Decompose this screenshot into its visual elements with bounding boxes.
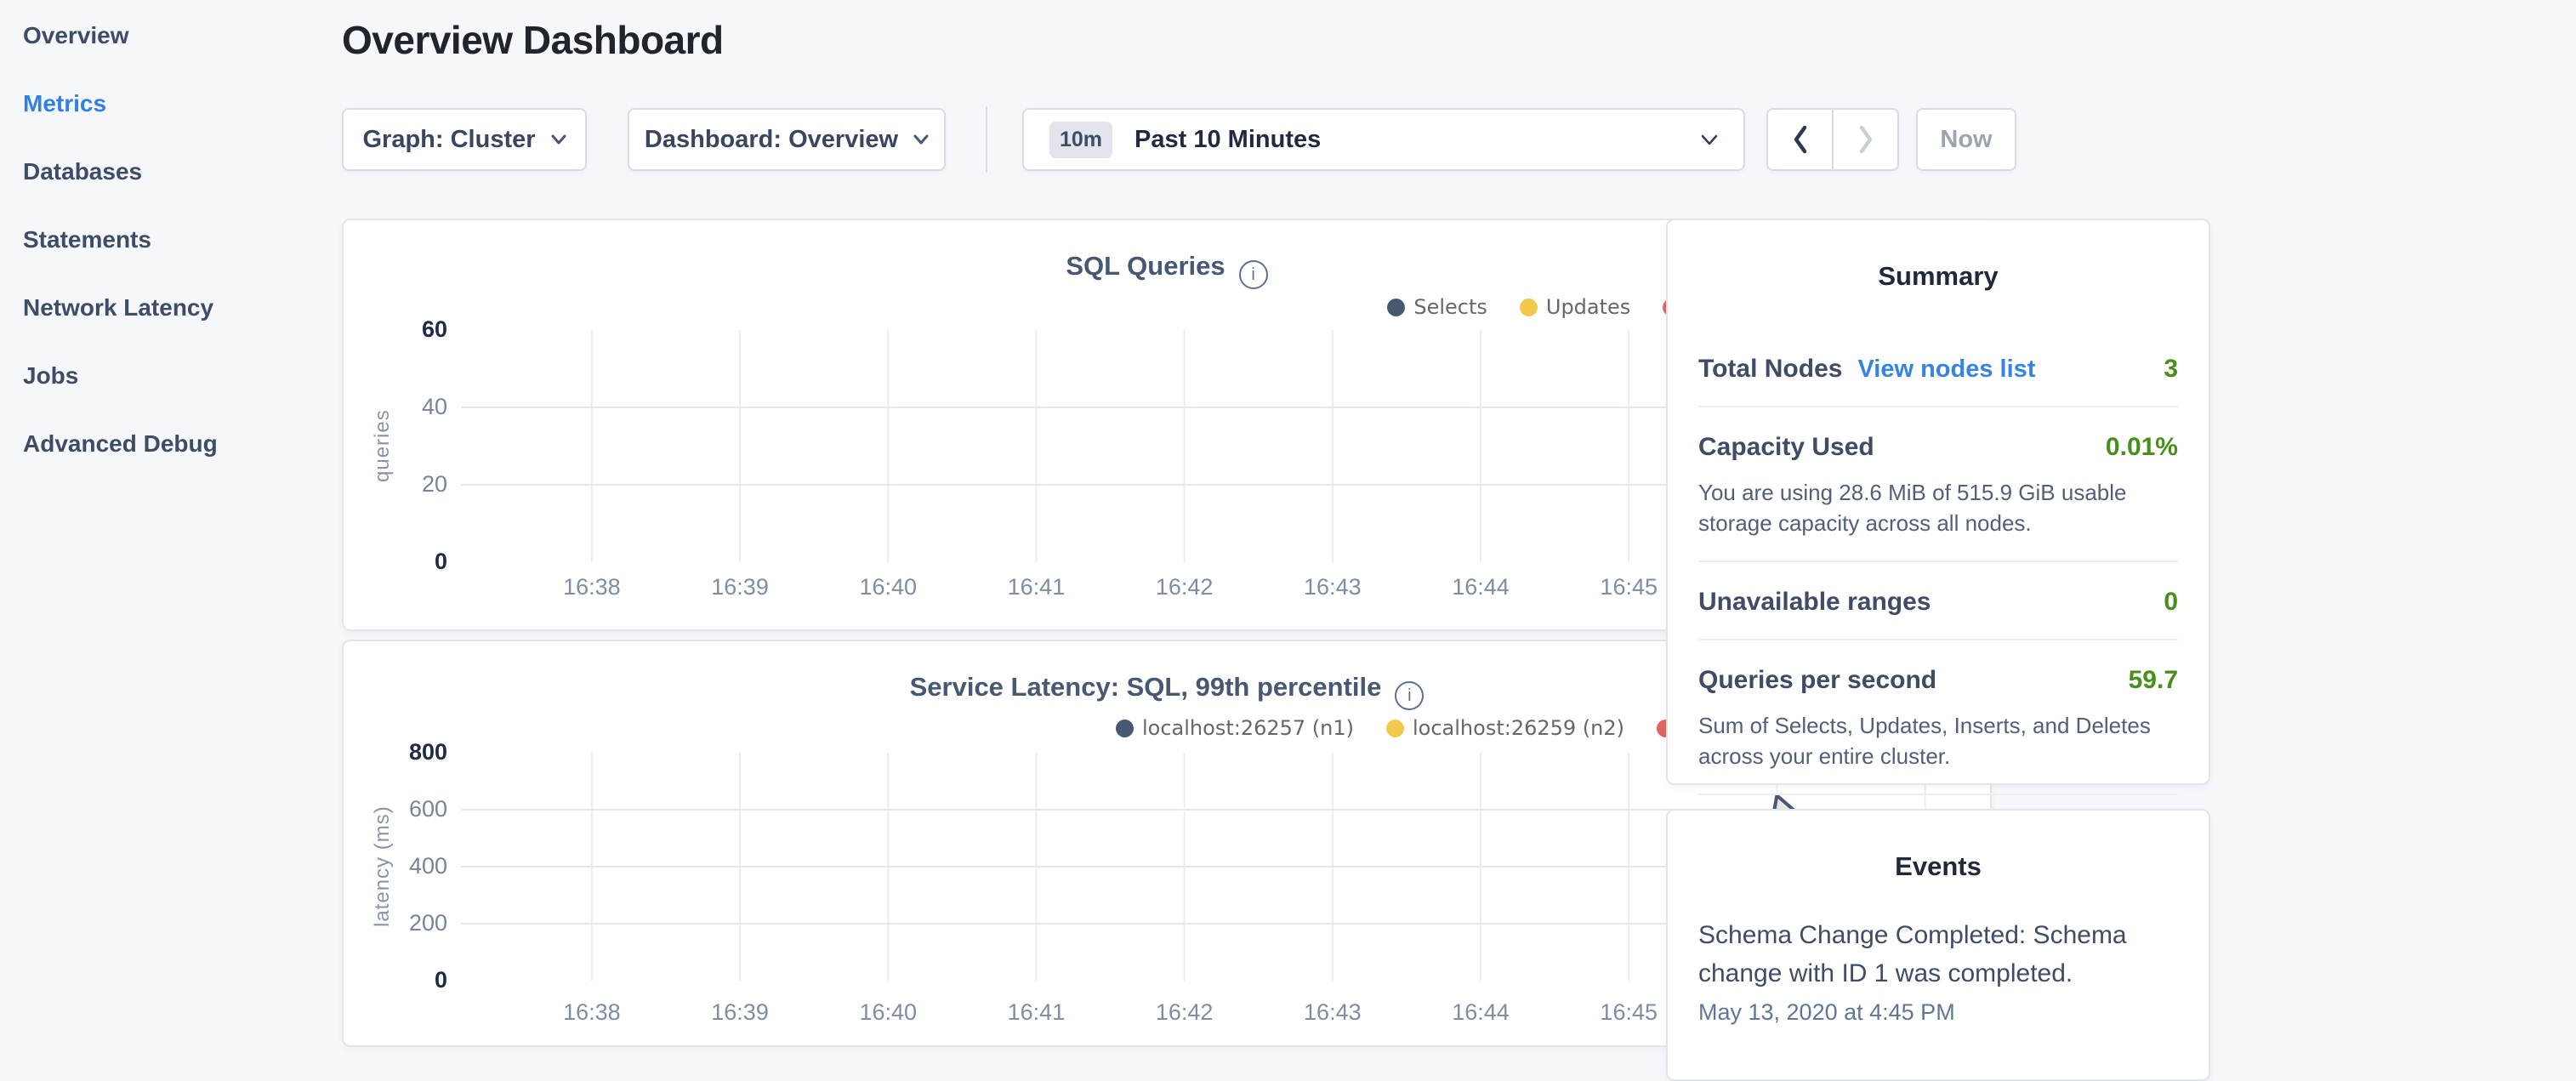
- y-tick-label: 60: [344, 316, 447, 343]
- y-axis-ticks: 0204060: [344, 330, 447, 562]
- legend-label: localhost:26257 (n1): [1142, 716, 1354, 740]
- legend-item[interactable]: localhost:26259 (n2): [1386, 716, 1624, 740]
- prev-time-button[interactable]: [1768, 110, 1832, 169]
- qps-label: Queries per second: [1698, 666, 1936, 695]
- y-tick-label: 0: [344, 967, 447, 993]
- time-range-badge: 10m: [1049, 122, 1112, 158]
- event-list-item[interactable]: Schema Change Completed: Schema change w…: [1698, 916, 2178, 1026]
- capacity-used-subtext: You are using 28.6 MiB of 515.9 GiB usab…: [1698, 477, 2178, 538]
- sidebar-item-statements[interactable]: Statements: [0, 206, 340, 274]
- page-title: Overview Dashboard: [342, 17, 724, 63]
- graph-dropdown-label: Graph: Cluster: [362, 126, 535, 154]
- sidebar-item-overview[interactable]: Overview: [0, 2, 340, 70]
- y-tick-label: 400: [344, 853, 447, 879]
- x-tick-label: 16:44: [1430, 999, 1532, 1026]
- summary-row-qps: Queries per second 59.7 Sum of Selects, …: [1698, 639, 2178, 794]
- unavailable-ranges-label: Unavailable ranges: [1698, 588, 1931, 617]
- sidebar-item-network-latency[interactable]: Network Latency: [0, 274, 340, 342]
- qps-value: 59.7: [2129, 666, 2178, 695]
- dashboard-dropdown[interactable]: Dashboard: Overview: [628, 108, 946, 171]
- chevron-down-icon: [551, 134, 566, 145]
- y-tick-label: 40: [344, 394, 447, 420]
- legend-dot-icon: [1386, 720, 1404, 737]
- legend-label: Selects: [1413, 295, 1487, 319]
- chevron-down-icon: [1701, 134, 1718, 145]
- chevron-right-icon: [1856, 124, 1876, 155]
- chevron-left-icon: [1790, 124, 1811, 155]
- chevron-down-icon: [913, 134, 929, 145]
- now-button[interactable]: Now: [1916, 108, 2016, 171]
- sidebar-item-databases[interactable]: Databases: [0, 138, 340, 206]
- info-icon[interactable]: i: [1239, 260, 1268, 289]
- controls-row: Graph: Cluster Dashboard: Overview 10m P…: [342, 108, 1992, 171]
- total-nodes-label: Total Nodes: [1698, 355, 1842, 384]
- x-tick-label: 16:38: [541, 574, 643, 600]
- summary-row-unavailable-ranges: Unavailable ranges 0: [1698, 560, 2178, 639]
- controls-divider: [986, 106, 987, 173]
- time-step-buttons: [1766, 108, 1899, 171]
- sidebar-item-advanced-debug[interactable]: Advanced Debug: [0, 410, 340, 478]
- dashboard-dropdown-label: Dashboard: Overview: [645, 126, 898, 154]
- event-message: Schema Change Completed: Schema change w…: [1698, 916, 2178, 993]
- x-tick-label: 16:42: [1134, 574, 1236, 600]
- unavailable-ranges-value: 0: [2164, 588, 2178, 617]
- graph-dropdown[interactable]: Graph: Cluster: [342, 108, 587, 171]
- y-tick-label: 600: [344, 796, 447, 822]
- summary-row-total-nodes: Total Nodes View nodes list 3: [1698, 329, 2178, 406]
- chart-title-text: SQL Queries: [1066, 251, 1225, 281]
- x-tick-label: 16:44: [1430, 574, 1532, 600]
- legend-label: Updates: [1546, 295, 1630, 319]
- legend-dot-icon: [1116, 720, 1134, 737]
- time-range-dropdown[interactable]: 10m Past 10 Minutes: [1022, 108, 1745, 171]
- chart-title-text: Service Latency: SQL, 99th percentile: [910, 672, 1382, 702]
- next-time-button[interactable]: [1832, 110, 1897, 169]
- summary-row-capacity: Capacity Used 0.01% You are using 28.6 M…: [1698, 406, 2178, 560]
- x-tick-label: 16:41: [985, 999, 1087, 1026]
- x-tick-label: 16:40: [837, 999, 939, 1026]
- legend-dot-icon: [1387, 299, 1405, 316]
- capacity-used-label: Capacity Used: [1698, 433, 1874, 462]
- events-title: Events: [1698, 845, 2178, 882]
- view-nodes-list-link[interactable]: View nodes list: [1857, 356, 2035, 384]
- info-icon[interactable]: i: [1395, 681, 1424, 710]
- y-tick-label: 800: [344, 739, 447, 765]
- legend-item[interactable]: Updates: [1520, 295, 1630, 319]
- y-tick-label: 20: [344, 471, 447, 498]
- x-tick-label: 16:42: [1134, 999, 1236, 1026]
- x-tick-label: 16:43: [1282, 999, 1384, 1026]
- x-tick-label: 16:40: [837, 574, 939, 600]
- events-panel: Events Schema Change Completed: Schema c…: [1666, 809, 2210, 1081]
- total-nodes-value: 3: [2164, 355, 2178, 384]
- y-tick-label: 0: [344, 549, 447, 575]
- x-tick-label: 16:43: [1282, 574, 1384, 600]
- x-tick-label: 16:39: [689, 574, 791, 600]
- x-tick-label: 16:45: [1578, 574, 1680, 600]
- sidebar-item-jobs[interactable]: Jobs: [0, 342, 340, 410]
- time-range-label: Past 10 Minutes: [1134, 126, 1321, 154]
- legend-item[interactable]: Selects: [1387, 295, 1487, 319]
- summary-panel: Summary Total Nodes View nodes list 3 Ca…: [1666, 219, 2210, 785]
- event-timestamp: May 13, 2020 at 4:45 PM: [1698, 999, 2178, 1026]
- legend-dot-icon: [1520, 299, 1538, 316]
- y-axis-ticks: 0200400600800: [344, 753, 447, 981]
- sidebar-item-metrics[interactable]: Metrics: [0, 70, 340, 138]
- x-tick-label: 16:39: [689, 999, 791, 1026]
- summary-title: Summary: [1698, 254, 2178, 292]
- x-tick-label: 16:41: [985, 574, 1087, 600]
- y-tick-label: 200: [344, 910, 447, 936]
- legend-item[interactable]: localhost:26257 (n1): [1116, 716, 1354, 740]
- capacity-used-value: 0.01%: [2106, 433, 2178, 462]
- x-tick-label: 16:38: [541, 999, 643, 1026]
- qps-subtext: Sum of Selects, Updates, Inserts, and De…: [1698, 710, 2178, 771]
- x-tick-label: 16:45: [1578, 999, 1680, 1026]
- sidebar: Overview Metrics Databases Statements Ne…: [0, 0, 340, 1051]
- legend-label: localhost:26259 (n2): [1413, 716, 1624, 740]
